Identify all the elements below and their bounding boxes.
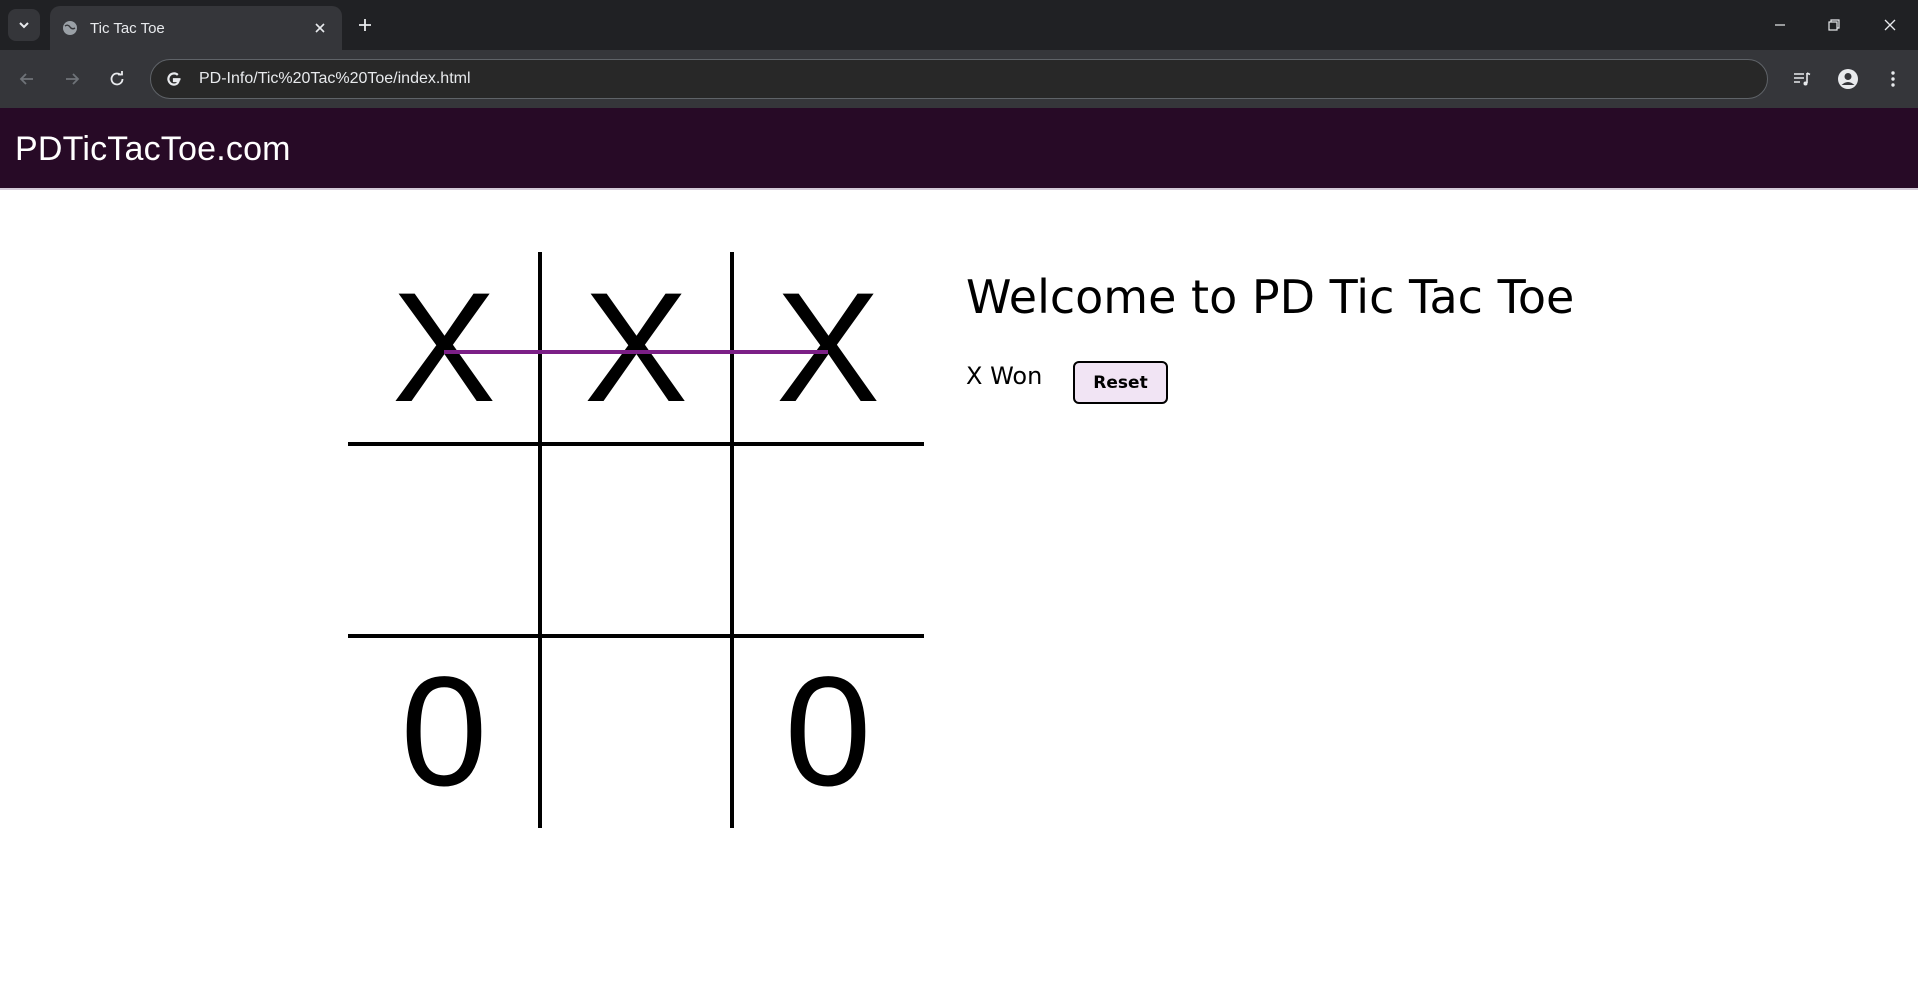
- profile-button[interactable]: [1831, 62, 1865, 96]
- tab-title: Tic Tac Toe: [90, 19, 165, 37]
- board-cell[interactable]: X: [732, 252, 924, 444]
- board-cell[interactable]: [348, 444, 540, 636]
- globe-icon: [62, 20, 78, 36]
- game-status-text: X Won: [966, 362, 1043, 390]
- page-title: Welcome to PD Tic Tac Toe: [966, 270, 1575, 324]
- close-window-icon: [1884, 19, 1896, 31]
- google-icon[interactable]: [163, 68, 185, 90]
- restore-button[interactable]: [1806, 0, 1862, 50]
- board-cell[interactable]: X: [540, 252, 732, 444]
- board-cell[interactable]: X: [348, 252, 540, 444]
- forward-button[interactable]: [55, 62, 89, 96]
- media-control-button[interactable]: [1785, 62, 1819, 96]
- minimize-icon: [1775, 24, 1785, 26]
- grid-line-vertical: [538, 252, 542, 828]
- winning-line: [444, 350, 828, 354]
- tab-search-button[interactable]: [8, 9, 40, 41]
- browser-menu-button[interactable]: [1876, 62, 1910, 96]
- board-cell[interactable]: [732, 444, 924, 636]
- grid-line-horizontal: [348, 634, 924, 638]
- browser-tab-strip: Tic Tac Toe: [0, 0, 1918, 50]
- close-icon[interactable]: [308, 16, 332, 40]
- grid-line-horizontal: [348, 442, 924, 446]
- plus-icon: [359, 19, 371, 31]
- media-control-icon: [1794, 72, 1811, 86]
- browser-tab-active[interactable]: Tic Tac Toe: [50, 6, 342, 50]
- reset-button[interactable]: Reset: [1073, 361, 1168, 404]
- game-board: X X X 0 0: [348, 252, 924, 828]
- arrow-right-icon: [66, 73, 80, 85]
- url-text: PD-Info/Tic%20Tac%20Toe/index.html: [199, 70, 471, 87]
- arrow-left-icon: [19, 73, 33, 85]
- minimize-button[interactable]: [1752, 0, 1808, 50]
- site-header: PDTicTacToe.com: [0, 108, 1918, 190]
- board-cell[interactable]: [540, 444, 732, 636]
- back-button[interactable]: [10, 62, 44, 96]
- reload-icon: [110, 71, 124, 86]
- kebab-menu-icon: [1891, 71, 1895, 87]
- close-window-button[interactable]: [1862, 0, 1918, 50]
- board-cell[interactable]: [540, 636, 732, 828]
- address-bar[interactable]: PD-Info/Tic%20Tac%20Toe/index.html: [150, 59, 1768, 99]
- grid-line-vertical: [730, 252, 734, 828]
- browser-toolbar: PD-Info/Tic%20Tac%20Toe/index.html: [0, 50, 1918, 108]
- board-cell[interactable]: 0: [732, 636, 924, 828]
- restore-icon: [1828, 19, 1840, 31]
- chevron-down-icon: [19, 22, 29, 29]
- profile-icon: [1838, 69, 1858, 89]
- reload-button[interactable]: [100, 62, 134, 96]
- board-cell[interactable]: 0: [348, 636, 540, 828]
- site-brand[interactable]: PDTicTacToe.com: [15, 130, 291, 169]
- new-tab-button[interactable]: [352, 12, 378, 38]
